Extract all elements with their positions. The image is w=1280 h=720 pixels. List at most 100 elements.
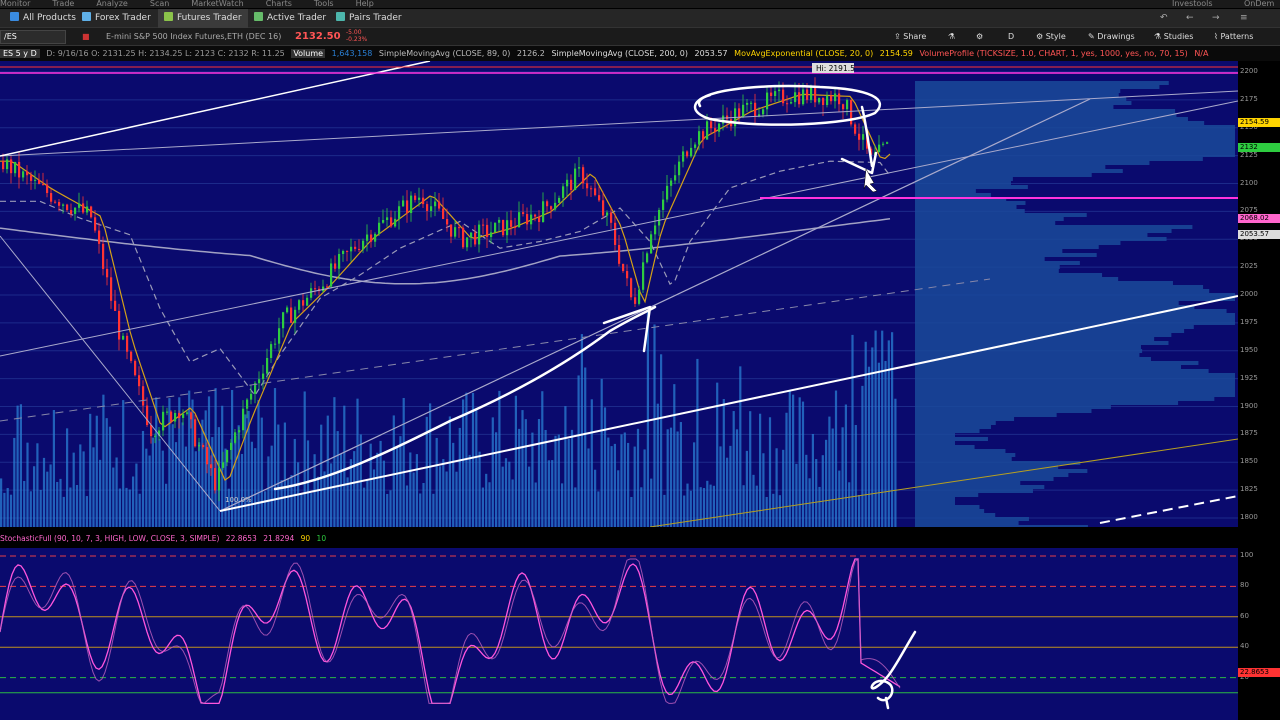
flask-icon[interactable]: ⚗ (948, 28, 955, 46)
tab-pairs-trader[interactable]: Pairs Trader (330, 9, 408, 28)
menu-monitor[interactable]: Monitor (0, 0, 30, 8)
volume-bar (712, 485, 715, 527)
volume-bar (541, 391, 544, 527)
candle-body (546, 201, 549, 207)
patterns-label: Patterns (1220, 32, 1254, 41)
candle-body (2, 161, 5, 170)
menu-investools[interactable]: Investools (1172, 0, 1213, 8)
volume-study-label[interactable]: Volume (291, 49, 326, 58)
volume-bar (613, 443, 616, 527)
stochastic-canvas[interactable] (0, 548, 1238, 720)
volume-profile-label[interactable]: VolumeProfile (TICKSIZE, 1.0, CHART, 1, … (919, 49, 1187, 58)
stochastic-chart[interactable] (0, 548, 1238, 720)
candle-body (706, 121, 709, 140)
candle-body (642, 262, 645, 290)
tab-futures-trader[interactable]: Futures Trader (158, 9, 248, 28)
candle-body (678, 161, 681, 176)
sma200-value: 2053.57 (694, 49, 728, 58)
price-chart-canvas[interactable]: Hi: 2191.5 100.0% (0, 61, 1238, 527)
candle-body (518, 212, 521, 228)
volume-profile-bar (915, 277, 1119, 281)
candle-body (26, 171, 29, 176)
symbol-input[interactable]: /ES (0, 30, 66, 44)
volume-bar (742, 485, 745, 527)
candle-body (594, 188, 597, 196)
gear-icon[interactable]: ⚙ (976, 28, 983, 46)
candle-body (506, 220, 509, 236)
price-tick-label: 1975 (1240, 317, 1258, 326)
menu-help[interactable]: Help (356, 0, 374, 8)
stochastic-axis[interactable]: 1008060402022.8653 (1238, 548, 1280, 720)
timeframe-button[interactable]: D (1008, 28, 1014, 46)
menu-analyze[interactable]: Analyze (96, 0, 128, 8)
candle-body (462, 227, 465, 248)
menu-tools[interactable]: Tools (314, 0, 334, 8)
volume-bar (478, 451, 481, 527)
back-icon[interactable]: ↶ (1160, 9, 1168, 28)
volume-bar (128, 489, 131, 527)
candle-body (250, 393, 253, 400)
ema20-label[interactable]: MovAvgExponential (CLOSE, 20, 0) (734, 49, 873, 58)
menu-trade[interactable]: Trade (52, 0, 74, 8)
volume-bar (452, 442, 455, 527)
menu-charts[interactable]: Charts (266, 0, 292, 8)
drawings-button[interactable]: ✎ Drawings (1088, 28, 1135, 46)
nav-back-icon[interactable]: ← (1186, 9, 1194, 28)
volume-bar (264, 491, 267, 527)
candle-body (126, 335, 129, 352)
volume-bar (244, 414, 247, 527)
sma200-label[interactable]: SimpleMovingAvg (CLOSE, 200, 0) (551, 49, 688, 58)
menu-ondemand[interactable]: OnDem (1244, 0, 1274, 8)
candle-body (362, 240, 365, 250)
volume-bar (353, 451, 356, 527)
volume-bar (640, 487, 643, 527)
volume-bar (382, 460, 385, 527)
patterns-button[interactable]: ⌇ Patterns (1214, 28, 1253, 46)
candle-body (382, 220, 385, 223)
volume-profile-bar (915, 173, 1092, 177)
nav-forward-icon[interactable]: → (1212, 9, 1220, 28)
volume-bar (547, 460, 550, 527)
candle-body (666, 185, 669, 200)
studies-button[interactable]: ⚗ Studies (1154, 28, 1193, 46)
candle-body (446, 218, 449, 225)
candle-body (566, 179, 569, 187)
candle-body (562, 186, 565, 198)
candle-body (50, 193, 53, 202)
chart-period[interactable]: ES 5 y D (0, 49, 40, 58)
settings-icon[interactable]: ≡ (1240, 9, 1248, 28)
stochastic-label[interactable]: StochasticFull (90, 10, 7, 3, HIGH, LOW,… (0, 534, 219, 543)
candle-body (646, 253, 649, 263)
candle-body (510, 220, 513, 227)
link-icon[interactable]: ■ (82, 28, 90, 46)
volume-bar (267, 456, 270, 527)
volume-bar (864, 341, 867, 527)
candle-body (750, 102, 753, 104)
candle-body (58, 202, 61, 206)
menu-marketwatch[interactable]: MarketWatch (191, 0, 243, 8)
volume-bar (574, 487, 577, 527)
tab-active-trader[interactable]: Active Trader (248, 9, 332, 28)
candle-body (782, 89, 785, 104)
candle-body (410, 195, 413, 214)
volume-bar (831, 428, 834, 527)
volume-bar (39, 489, 42, 527)
trendline-percent-label: 100.0% (225, 496, 252, 504)
price-axis[interactable]: 2200217521502125210020752050202520001975… (1238, 61, 1280, 527)
volume-bar (511, 479, 514, 527)
volume-profile-bar (915, 225, 1193, 229)
share-button[interactable]: ⇪ Share (894, 28, 926, 46)
price-chart[interactable]: Hi: 2191.5 100.0% (0, 61, 1238, 527)
volume-bar (448, 416, 451, 527)
tab-forex-trader[interactable]: Forex Trader (76, 9, 157, 28)
volume-bar (726, 457, 729, 527)
share-label: Share (903, 32, 927, 41)
sma89-label[interactable]: SimpleMovingAvg (CLOSE, 89, 0) (379, 49, 510, 58)
tab-all-products[interactable]: All Products (4, 9, 82, 28)
candle-body (694, 144, 697, 148)
candle-body (702, 131, 705, 140)
tab-label: Forex Trader (95, 13, 151, 23)
candle-body (814, 86, 817, 103)
menu-scan[interactable]: Scan (150, 0, 169, 8)
style-button[interactable]: ⚙ Style (1036, 28, 1066, 46)
